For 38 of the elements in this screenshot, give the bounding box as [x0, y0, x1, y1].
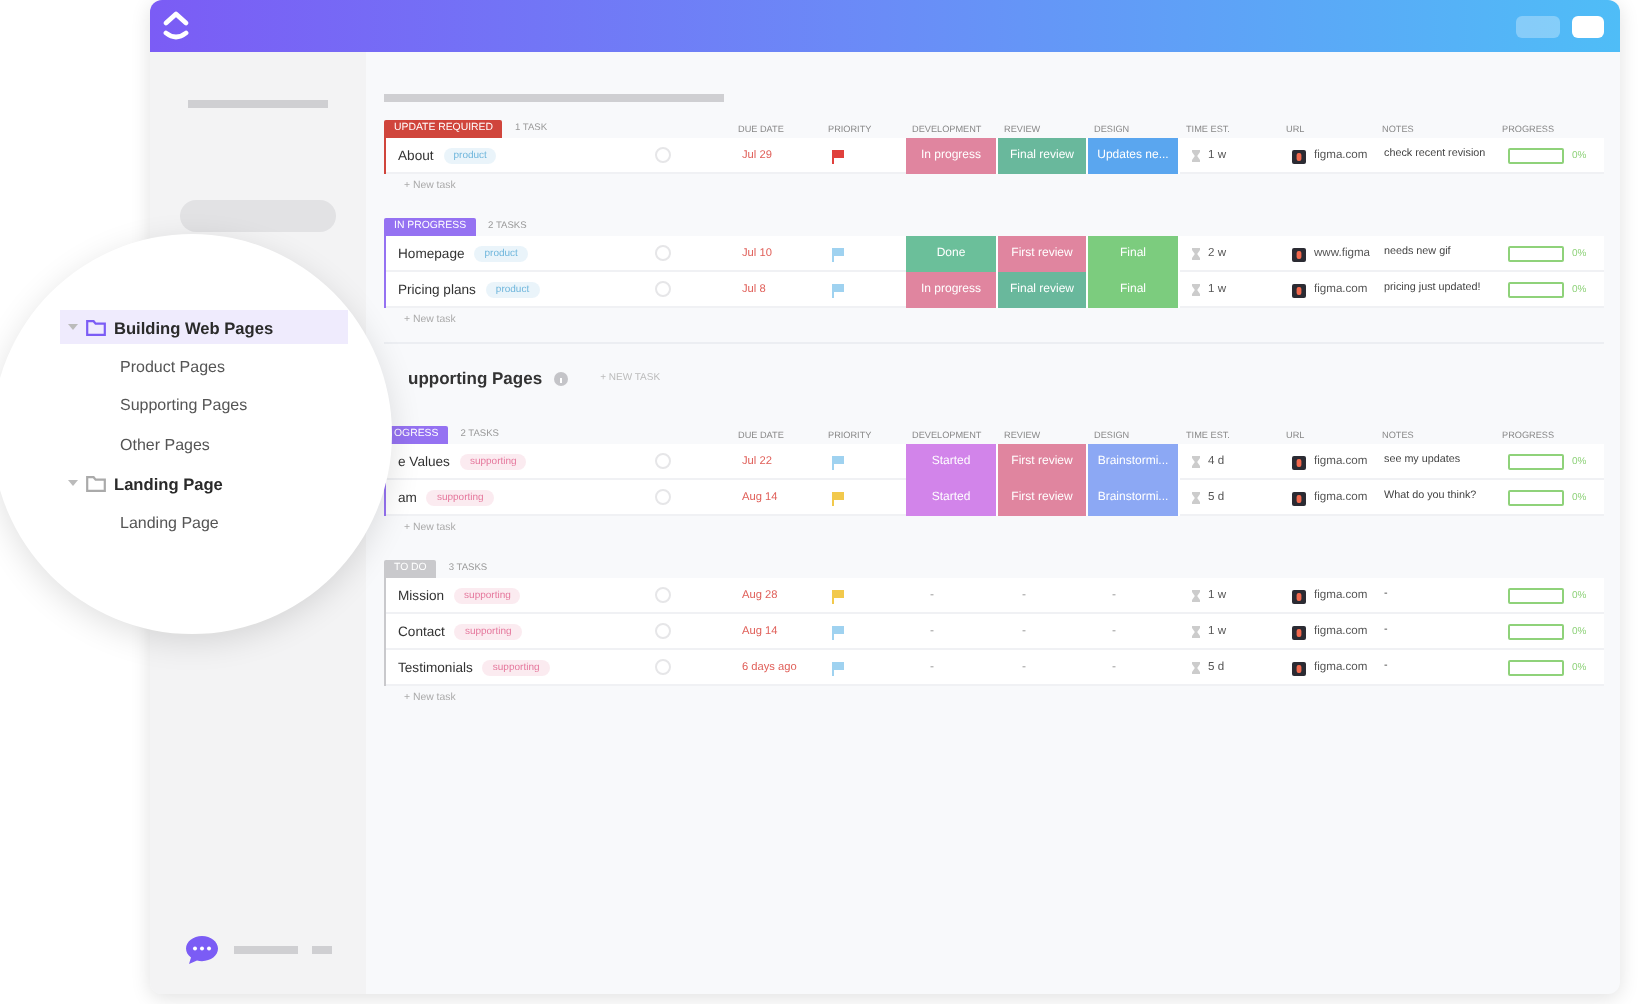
figma-icon	[1292, 625, 1306, 639]
tree-item[interactable]: Other Pages	[120, 427, 210, 461]
figma-icon	[1292, 283, 1306, 297]
figma-icon	[1292, 589, 1306, 603]
section-title: upporting Pages	[408, 368, 543, 388]
window-button[interactable]	[1572, 15, 1604, 37]
caret-icon[interactable]	[68, 478, 78, 488]
tree-item[interactable]: Building Web Pages	[60, 310, 348, 344]
figma-icon	[1292, 455, 1306, 469]
hourglass-icon	[1192, 284, 1200, 296]
figma-icon	[1292, 149, 1306, 163]
assignee-icon[interactable]	[654, 146, 672, 164]
hourglass-icon	[1192, 150, 1200, 162]
placeholder-bar	[234, 946, 298, 954]
tree-item[interactable]: Supporting Pages	[120, 388, 248, 422]
folder-label: Building Web Pages	[114, 317, 274, 337]
tree-item[interactable]: Product Pages	[120, 349, 225, 383]
figma-icon	[1292, 491, 1306, 505]
flag-icon[interactable]	[832, 150, 844, 164]
search-bar[interactable]	[180, 200, 336, 232]
figma-icon	[1292, 661, 1306, 675]
hourglass-icon	[1192, 456, 1200, 468]
tree-item[interactable]: Landing Page	[120, 505, 219, 539]
hourglass-icon	[1192, 590, 1200, 602]
figma-icon	[1292, 247, 1306, 261]
window-button[interactable]	[1516, 15, 1560, 37]
placeholder-bar	[188, 100, 328, 108]
hourglass-icon	[1192, 662, 1200, 674]
hourglass-icon	[1192, 626, 1200, 638]
hourglass-icon	[1192, 492, 1200, 504]
placeholder-bar	[312, 946, 332, 954]
tree-item[interactable]: Landing Page	[60, 466, 348, 500]
folder-label: Landing Page	[114, 473, 223, 493]
logo-icon[interactable]	[162, 10, 190, 42]
hourglass-icon	[1192, 248, 1200, 260]
chat-icon[interactable]	[184, 934, 220, 966]
info-icon[interactable]	[554, 371, 569, 385]
caret-icon[interactable]	[68, 322, 78, 332]
